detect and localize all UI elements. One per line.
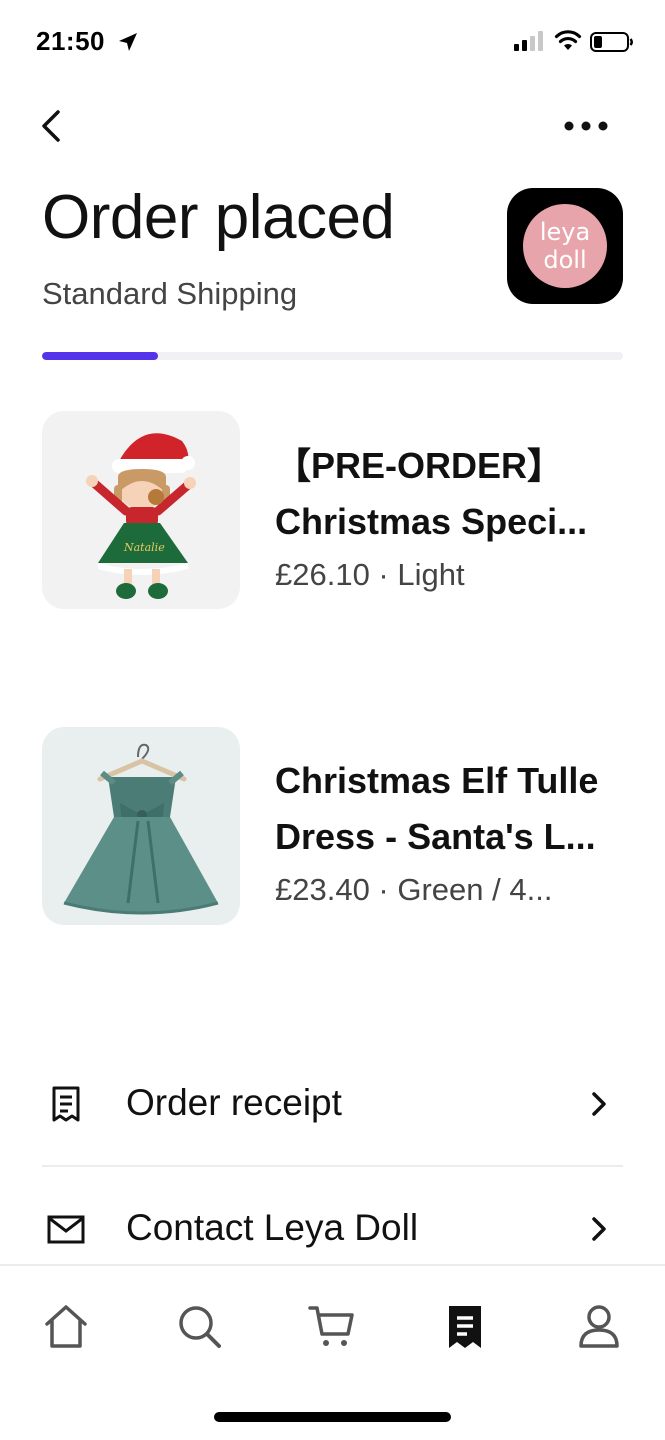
divider xyxy=(42,1165,623,1167)
order-receipt-row[interactable]: Order receipt xyxy=(42,1064,623,1144)
chevron-right-icon xyxy=(592,1217,606,1241)
order-progress-fill xyxy=(42,352,159,360)
battery-icon xyxy=(590,32,633,52)
dress-product-image xyxy=(42,727,240,925)
shop-logo-text-bottom: doll xyxy=(543,246,587,274)
svg-text:Natalie: Natalie xyxy=(123,541,165,554)
shop-logo-text-top: leya xyxy=(539,218,591,246)
contact-shop-label: Contact Leya Doll xyxy=(126,1207,419,1248)
tab-account-icon[interactable] xyxy=(575,1302,623,1350)
shipping-method: Standard Shipping xyxy=(42,276,298,311)
tab-search-icon[interactable] xyxy=(175,1302,223,1350)
item-name: 【PRE-ORDER】 xyxy=(275,445,564,486)
page-title: Order placed xyxy=(42,183,395,252)
order-item[interactable]: Christmas Elf Tulle Dress - Santa's L...… xyxy=(42,727,623,927)
wifi-icon xyxy=(554,30,582,50)
location-arrow-icon xyxy=(119,33,137,51)
order-status-screen: 21:50 Order placed Standard Shipping ley… xyxy=(0,0,665,1440)
order-item[interactable]: Natalie 【PRE-ORDER】 Christmas Speci... £… xyxy=(42,411,623,611)
item-price-variant: £26.10 · Light xyxy=(275,557,465,592)
chevron-right-icon xyxy=(592,1092,606,1116)
item-price-variant: £23.40 · Green / 4... xyxy=(275,872,553,907)
cellular-signal-icon xyxy=(514,31,543,51)
status-time: 21:50 xyxy=(36,26,105,56)
mail-icon xyxy=(47,1215,85,1244)
more-options-button[interactable] xyxy=(560,110,612,142)
tab-home-icon[interactable] xyxy=(42,1302,90,1350)
tab-cart-icon[interactable] xyxy=(308,1302,356,1350)
status-bar: 21:50 xyxy=(0,0,665,88)
item-name-line2: Dress - Santa's L... xyxy=(275,816,596,857)
contact-shop-row[interactable]: Contact Leya Doll xyxy=(42,1189,623,1269)
order-progress-bar xyxy=(42,352,623,360)
back-button[interactable] xyxy=(34,104,74,148)
home-indicator xyxy=(214,1412,451,1422)
shop-logo-badge: leya doll xyxy=(523,204,607,288)
receipt-icon xyxy=(52,1086,80,1122)
item-name-line2: Christmas Speci... xyxy=(275,501,588,542)
order-receipt-label: Order receipt xyxy=(126,1082,342,1123)
tab-orders-icon[interactable] xyxy=(441,1302,489,1350)
item-name: Christmas Elf Tulle xyxy=(275,760,599,801)
doll-product-image: Natalie xyxy=(42,411,240,609)
shop-logo[interactable]: leya doll xyxy=(507,188,623,304)
